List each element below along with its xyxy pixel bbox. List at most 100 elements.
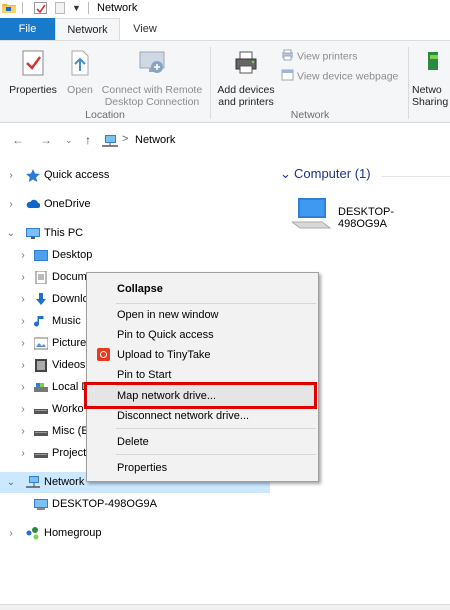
view-device-webpage-button[interactable]: View device webpage [281, 69, 398, 84]
downloads-icon [34, 293, 48, 306]
computer-item-desktop-498og9a[interactable]: DESKTOP-498OG9A [290, 194, 442, 234]
recent-locations-chevron-icon[interactable]: ⌄ [65, 135, 73, 146]
menu-item-disconnect-network-drive[interactable]: Disconnect network drive... [89, 406, 316, 426]
add-devices-label-line2: and printers [218, 96, 274, 108]
network-sharing-button[interactable]: Netwo Sharing [412, 49, 450, 108]
chevron-right-icon[interactable]: › [18, 421, 28, 442]
chevron-right-icon[interactable]: › [18, 377, 28, 398]
chevron-right-icon[interactable]: › [6, 523, 16, 544]
add-devices-label-line1: Add devices [217, 84, 275, 96]
chevron-right-icon[interactable]: › [18, 443, 28, 464]
drive-icon [34, 381, 48, 394]
computer-item-label: DESKTOP-498OG9A [338, 206, 395, 230]
properties-label: Properties [9, 84, 57, 96]
add-devices-button[interactable]: Add devices and printers [214, 49, 278, 108]
address-path-box[interactable]: > Network [100, 131, 450, 151]
tree-item-quick-access[interactable]: › Quick access [0, 165, 270, 186]
group-header-computer[interactable]: ⌄ Computer (1) [280, 166, 371, 182]
back-arrow-icon[interactable]: ← [12, 133, 24, 147]
tree-item-label: Downlo [52, 293, 89, 305]
chevron-right-icon[interactable]: › [6, 165, 16, 186]
tree-item-homegroup[interactable]: › Homegroup [0, 523, 270, 544]
menu-item-properties[interactable]: Properties [89, 458, 316, 478]
properties-check-icon [6, 49, 60, 80]
remote-desktop-label-line1: Connect with Remote [101, 84, 203, 96]
address-bar: ← → ⌄ ↑ > Network [0, 125, 450, 155]
up-arrow-icon[interactable]: ↑ [85, 133, 91, 147]
properties-button[interactable]: Properties [6, 49, 60, 96]
tab-file[interactable]: File [0, 18, 55, 40]
new-folder-icon[interactable] [55, 2, 65, 14]
cloud-icon [26, 198, 41, 211]
toolbar-separator [88, 2, 89, 14]
chevron-right-icon[interactable]: › [18, 355, 28, 376]
open-button[interactable]: Open [63, 49, 97, 96]
remote-desktop-icon [99, 49, 205, 80]
open-label: Open [67, 84, 93, 96]
computer-icon [34, 498, 48, 511]
chevron-right-icon[interactable]: › [18, 245, 28, 266]
folder-icon[interactable] [2, 2, 16, 14]
forward-arrow-icon[interactable]: → [40, 133, 52, 147]
menu-item-upload-to-tinytake[interactable]: Upload to TinyTake [89, 345, 316, 365]
tree-item-label: Project [52, 447, 87, 459]
breadcrumb-separator: > [122, 133, 129, 145]
tree-item-label: OneDrive [44, 198, 91, 210]
desktop-folder-icon [34, 249, 48, 262]
open-arrow-icon [63, 49, 97, 80]
menu-item-collapse[interactable]: Collapse [89, 279, 316, 299]
drive-icon [34, 403, 48, 416]
tree-item-label: Videos [52, 359, 86, 371]
tree-item-label: DESKTOP-498OG9A [52, 498, 157, 510]
network-sharing-label-line1: Netwo [412, 84, 442, 96]
menu-separator [116, 303, 316, 304]
chevron-right-icon[interactable]: › [18, 267, 28, 288]
menu-item-delete[interactable]: Delete [89, 432, 316, 452]
printer-icon [214, 49, 278, 80]
breadcrumb-network[interactable]: Network [135, 134, 175, 146]
menu-item-label: Upload to TinyTake [117, 349, 211, 361]
chevron-down-icon[interactable]: ⌄ [6, 472, 16, 493]
tree-item-this-pc[interactable]: ⌄ This PC [0, 223, 270, 244]
title-bar: ▼ Network [0, 0, 450, 17]
ribbon: Properties Open Connect with Remote Desk… [0, 40, 450, 123]
drive-icon [34, 447, 48, 460]
device-webpage-icon [281, 69, 294, 84]
tab-network[interactable]: Network [55, 18, 120, 40]
group-header-label: Computer (1) [294, 166, 371, 181]
network-group-label: Network [290, 109, 330, 121]
menu-item-pin-to-quick-access[interactable]: Pin to Quick access [89, 325, 316, 345]
window-title: Network [97, 2, 138, 14]
tab-view[interactable]: View [120, 18, 170, 40]
properties-check-icon[interactable] [34, 2, 47, 14]
chevron-right-icon[interactable]: › [18, 289, 28, 310]
chevron-down-icon: ⌄ [280, 166, 291, 181]
chevron-right-icon[interactable]: › [18, 311, 28, 332]
view-device-webpage-label: View device webpage [297, 70, 399, 83]
tree-item-label: Network [44, 476, 85, 488]
documents-icon [34, 270, 48, 285]
menu-separator [116, 428, 316, 429]
menu-item-open-in-new-window[interactable]: Open in new window [89, 305, 316, 325]
tree-item-label: Docum [52, 271, 87, 283]
videos-icon [34, 359, 48, 372]
context-menu: Collapse Open in new window Pin to Quick… [86, 272, 319, 482]
view-printers-button[interactable]: View printers [281, 49, 358, 64]
group-header-divider [382, 176, 450, 177]
chevron-right-icon[interactable]: › [18, 333, 28, 354]
pictures-icon [33, 337, 49, 350]
printer-small-icon [281, 49, 294, 64]
tree-item-onedrive[interactable]: › OneDrive [0, 194, 270, 215]
remote-desktop-button[interactable]: Connect with Remote Desktop Connection [99, 49, 205, 108]
music-icon [34, 315, 48, 328]
tree-item-desktop-498og9a[interactable]: DESKTOP-498OG9A [0, 494, 270, 515]
chevron-right-icon[interactable]: › [6, 194, 16, 215]
tree-item-label: Misc (E [52, 425, 89, 437]
tree-item-label: Quick access [44, 169, 110, 181]
drive-icon [34, 425, 48, 438]
chevron-right-icon[interactable]: › [18, 399, 28, 420]
customize-dropdown-icon[interactable]: ▼ [72, 2, 82, 14]
tinytake-icon [97, 348, 110, 361]
chevron-down-icon[interactable]: ⌄ [6, 223, 16, 244]
tree-item-desktop[interactable]: › Desktop [0, 245, 270, 266]
